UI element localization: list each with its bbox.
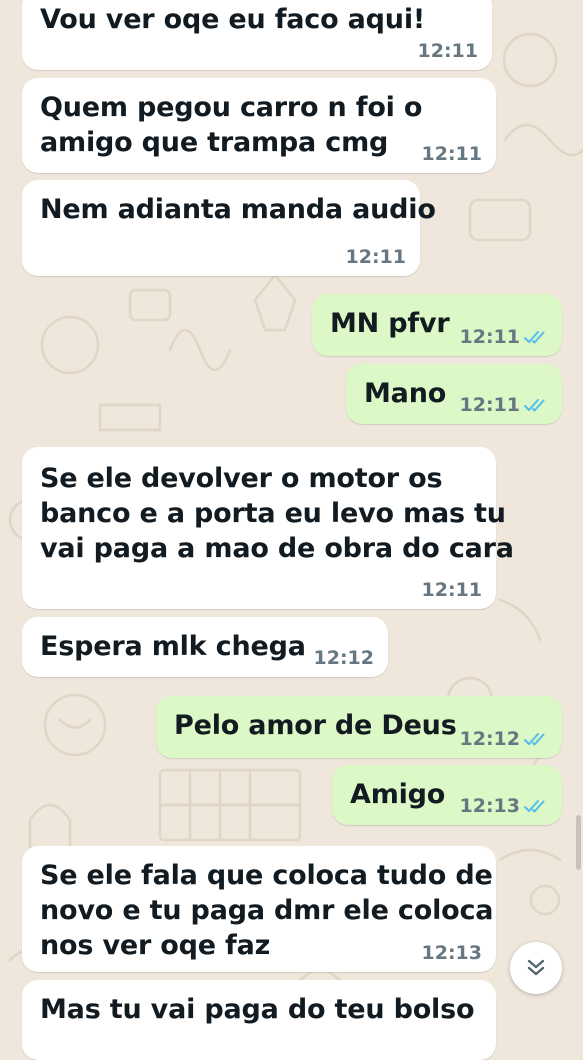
message-text: Amigo (350, 777, 445, 812)
message-timestamp: 12:11 (421, 143, 482, 165)
message-meta: 12:12 (314, 647, 374, 669)
message-line: banco e a porta eu levo mas tu (40, 498, 506, 529)
message-line: Mano (364, 378, 447, 409)
message-text: Mas tu vai paga do teu bolso (40, 992, 475, 1027)
incoming-message-bubble[interactable]: Se ele devolver o motor os banco e a port… (22, 447, 514, 609)
message-line: MN pfvr (330, 308, 450, 339)
double-check-icon (524, 331, 545, 344)
incoming-message-bubble[interactable]: Se ele fala que coloca tudo de novo e tu … (22, 846, 496, 972)
incoming-message-bubble[interactable]: Quem pegou carro n foi o amigo que trampa… (22, 78, 496, 173)
double-chevron-down-icon (527, 959, 545, 976)
message-timestamp: 12:11 (459, 326, 520, 348)
message-text: Nem adianta manda audio (40, 192, 436, 227)
message-timestamp: 12:13 (421, 942, 482, 964)
outgoing-message-bubble[interactable]: MN pfvr 12:11 (312, 294, 562, 356)
message-meta: 12:13 (422, 942, 482, 964)
message-timestamp: 12:11 (459, 394, 520, 416)
message-meta: 12:13 (460, 795, 548, 817)
message-timestamp: 12:11 (417, 40, 478, 62)
scroll-to-bottom-button[interactable] (510, 942, 562, 994)
message-meta: 12:11 (460, 326, 548, 348)
incoming-message-bubble[interactable]: Vou ver oqe eu faco aqui! 12:11 (22, 0, 492, 70)
message-line: Quem pegou carro n foi o (40, 92, 423, 123)
message-line: Amigo (350, 779, 446, 810)
message-timestamp: 12:11 (421, 579, 482, 601)
message-meta: 12:11 (422, 579, 482, 601)
incoming-message-bubble[interactable]: Nem adianta manda audio 12:11 (22, 180, 436, 276)
incoming-message-bubble[interactable]: Espera mlk chega 12:12 (22, 617, 388, 677)
message-line: Pelo amor de Deus (174, 710, 457, 741)
outgoing-message-bubble[interactable]: Pelo amor de Deus 12:12 (156, 696, 562, 758)
message-text: Espera mlk chega (40, 629, 306, 664)
message-meta: 12:11 (422, 143, 482, 165)
double-check-icon (524, 800, 545, 813)
message-text: Quem pegou carro n foi o amigo que trampa… (40, 90, 422, 160)
outgoing-message-bubble[interactable]: Amigo 12:13 (332, 765, 562, 825)
message-timestamp: 12:11 (345, 246, 406, 268)
scrollbar-thumb[interactable] (576, 815, 581, 870)
incoming-message-bubble[interactable]: Mas tu vai paga do teu bolso (22, 980, 496, 1060)
message-meta: 12:12 (460, 728, 548, 750)
double-check-icon (524, 399, 545, 412)
message-line: Mas tu vai paga do teu bolso (40, 994, 475, 1025)
message-text: Se ele devolver o motor os banco e a port… (40, 461, 514, 566)
message-text: MN pfvr (330, 306, 450, 341)
outgoing-message-bubble[interactable]: Mano 12:11 (346, 364, 562, 424)
message-timestamp: 12:12 (313, 647, 374, 669)
message-line: Espera mlk chega (40, 631, 306, 662)
message-text: Mano (364, 376, 446, 411)
message-line: novo e tu paga dmr ele coloca (40, 895, 494, 926)
message-line: Nem adianta manda audio (40, 194, 436, 225)
message-meta: 12:11 (460, 394, 548, 416)
message-line: Se ele fala que coloca tudo de (40, 860, 493, 891)
double-check-icon (524, 733, 545, 746)
message-line: Se ele devolver o motor os (40, 463, 443, 494)
message-meta: 12:11 (418, 40, 478, 62)
message-text: Vou ver oqe eu faco aqui! (40, 2, 425, 37)
message-line: amigo que trampa cmg (40, 127, 389, 158)
message-line: Vou ver oqe eu faco aqui! (40, 4, 425, 35)
message-line: vai paga a mao de obra do cara (40, 533, 514, 564)
message-timestamp: 12:12 (459, 728, 520, 750)
message-meta: 12:11 (346, 246, 406, 268)
message-text: Pelo amor de Deus (174, 708, 457, 743)
message-timestamp: 12:13 (459, 795, 520, 817)
